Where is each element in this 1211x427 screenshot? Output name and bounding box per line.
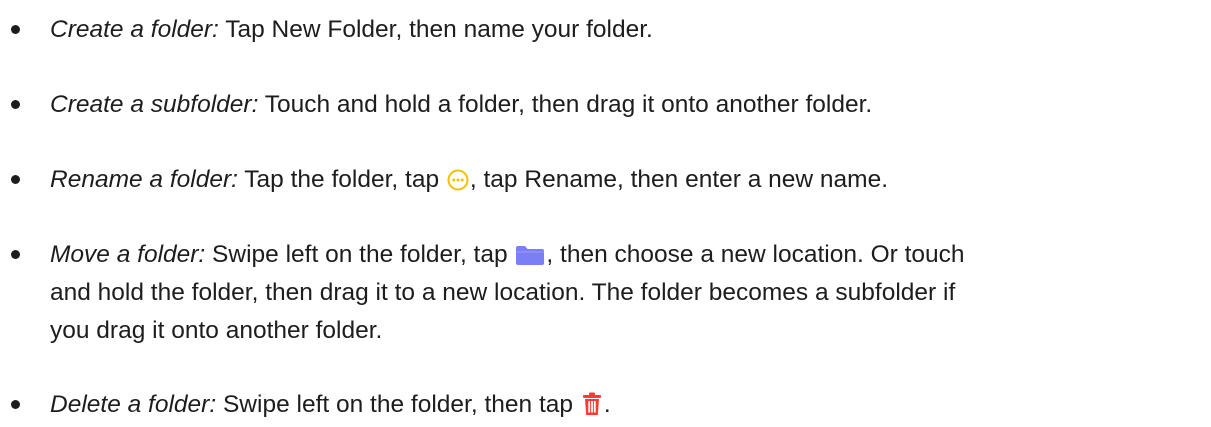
bullet	[11, 175, 20, 184]
item-text-after-icon: , then choose a new location. Or touch	[546, 241, 965, 268]
item-term: Create a subfolder:	[50, 91, 259, 118]
item-term: Rename a folder:	[50, 166, 238, 193]
item-text: Touch and hold a folder, then drag it on…	[258, 91, 873, 118]
trash-icon	[581, 392, 603, 416]
folder-icon	[515, 244, 545, 266]
bullet	[11, 25, 20, 34]
item-text-before-icon: Swipe left on the folder, tap	[205, 241, 515, 268]
item-text-before-icon: Swipe left on the folder, then tap	[216, 391, 580, 418]
item-text-after-icon: , tap Rename, then enter a new name.	[469, 166, 889, 193]
item-term: Delete a folder:	[50, 391, 217, 418]
item-line-2: and hold the folder, then drag it to a n…	[50, 279, 956, 306]
item-text: Tap New Folder, then name your folder.	[218, 16, 653, 43]
bullet	[11, 400, 20, 409]
item-text-before-icon: Tap the folder, tap	[237, 166, 446, 193]
item-line-1: Move a folder: Swipe left on the folder,…	[50, 236, 1200, 274]
more-ellipsis-circle-icon	[447, 169, 469, 191]
item-text-after-icon: .	[603, 391, 611, 418]
bullet	[11, 100, 20, 109]
item-line-3: you drag it onto another folder.	[50, 317, 383, 344]
bullet	[11, 250, 20, 259]
item-term: Create a folder:	[50, 16, 219, 43]
item-term: Move a folder:	[50, 241, 206, 268]
